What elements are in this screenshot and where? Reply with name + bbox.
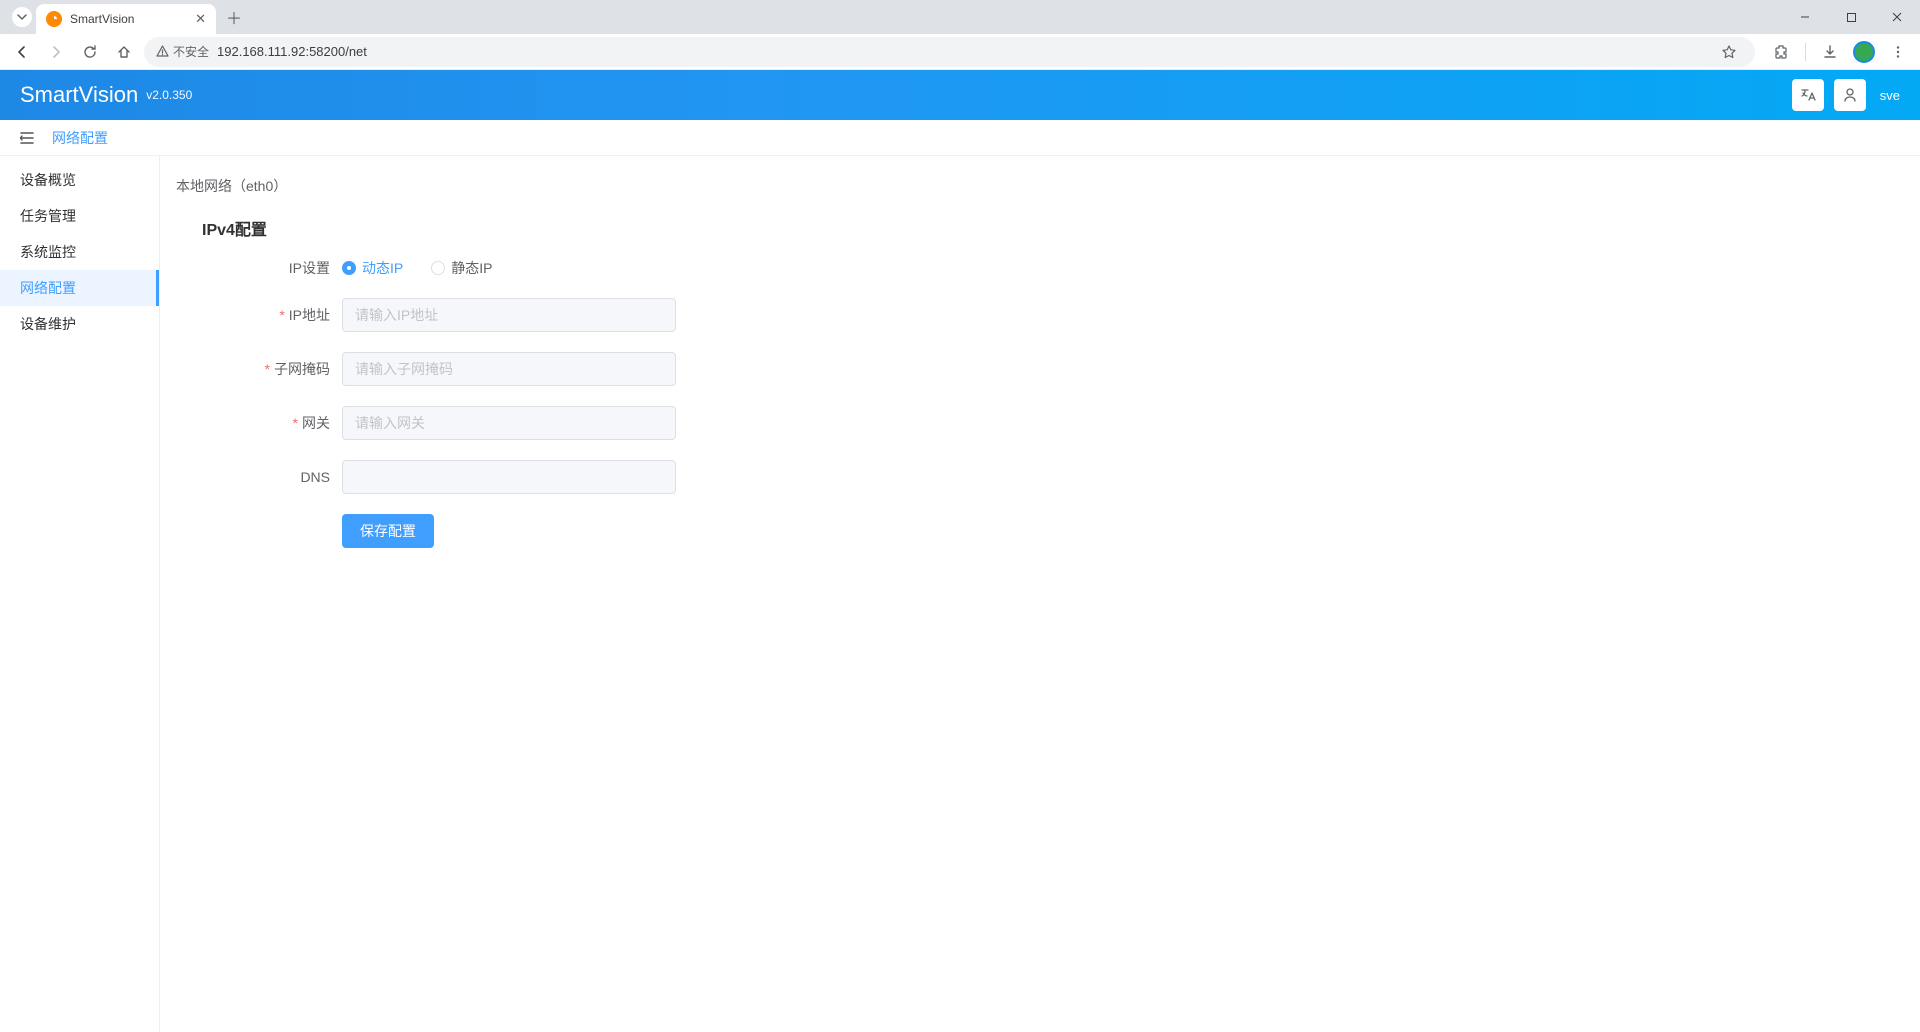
menu-toggle-button[interactable] <box>18 129 36 147</box>
required-mark: * <box>279 307 284 323</box>
radio-dot-icon <box>342 261 356 275</box>
nav-back-button[interactable] <box>8 38 36 66</box>
user-button[interactable] <box>1834 79 1866 111</box>
required-mark: * <box>293 415 298 431</box>
nav-forward-button[interactable] <box>42 38 70 66</box>
label-gateway: * 网关 <box>202 413 342 433</box>
input-gateway[interactable] <box>342 406 676 440</box>
control-ip-mode: 动态IP 静态IP <box>342 258 492 278</box>
tab-bar: SmartVision ✕ ＋ <box>0 0 1920 34</box>
header-actions: sve <box>1792 79 1900 111</box>
breadcrumb-row: 网络配置 <box>0 120 1920 156</box>
toolbar-divider <box>1805 43 1806 61</box>
input-netmask[interactable] <box>342 352 676 386</box>
chevron-down-icon <box>17 12 27 22</box>
tab-search-button[interactable] <box>12 7 32 27</box>
translate-button[interactable] <box>1792 79 1824 111</box>
url-field[interactable]: 不安全 192.168.111.92:58200/net <box>144 37 1755 67</box>
extensions-button[interactable] <box>1767 38 1795 66</box>
header-username: sve <box>1880 88 1900 103</box>
new-tab-button[interactable]: ＋ <box>220 3 248 31</box>
row-actions: 保存配置 <box>202 514 1904 548</box>
window-controls <box>1782 0 1920 34</box>
window-minimize-button[interactable] <box>1782 0 1828 34</box>
toolbar-icons <box>1767 38 1912 66</box>
nav-home-button[interactable] <box>110 38 138 66</box>
label-ip-mode: IP设置 <box>202 258 342 278</box>
favicon-icon <box>46 11 62 27</box>
panel-title: 本地网络（eth0） <box>176 168 1904 210</box>
security-chip[interactable]: 不安全 <box>156 43 209 60</box>
network-panel: 本地网络（eth0） IPv4配置 IP设置 动态IP 静态IP <box>176 168 1904 548</box>
input-ip-address[interactable] <box>342 298 676 332</box>
sidebar-item-network-config[interactable]: 网络配置 <box>0 270 159 306</box>
bookmark-star-button[interactable] <box>1715 38 1743 66</box>
section-title: IPv4配置 <box>176 210 1904 258</box>
main-layout: 设备概览 任务管理 系统监控 网络配置 设备维护 本地网络（eth0） IPv4… <box>0 156 1920 1032</box>
label-ip-address: * IP地址 <box>202 305 342 325</box>
app-version: v2.0.350 <box>146 88 192 102</box>
url-text: 192.168.111.92:58200/net <box>217 44 1707 59</box>
tab-close-icon[interactable]: ✕ <box>195 11 206 27</box>
breadcrumb-current[interactable]: 网络配置 <box>52 128 108 148</box>
radio-dot-icon <box>431 261 445 275</box>
address-bar: 不安全 192.168.111.92:58200/net <box>0 34 1920 70</box>
profile-button[interactable] <box>1850 38 1878 66</box>
downloads-button[interactable] <box>1816 38 1844 66</box>
menu-collapse-icon <box>18 129 36 147</box>
label-dns: DNS <box>202 469 342 485</box>
window-close-button[interactable] <box>1874 0 1920 34</box>
sidebar-item-task-management[interactable]: 任务管理 <box>0 198 159 234</box>
profile-avatar-icon <box>1853 41 1875 63</box>
app-title: SmartVision <box>20 82 138 108</box>
row-ip-mode: IP设置 动态IP 静态IP <box>202 258 1904 278</box>
window-maximize-button[interactable] <box>1828 0 1874 34</box>
translate-icon <box>1800 87 1816 103</box>
input-dns[interactable] <box>342 460 676 494</box>
warning-icon <box>156 45 169 58</box>
label-netmask: * 子网掩码 <box>202 359 342 379</box>
browser-tab[interactable]: SmartVision ✕ <box>36 4 216 34</box>
radio-static-ip[interactable]: 静态IP <box>431 258 492 278</box>
required-mark: * <box>265 361 270 377</box>
user-icon <box>1842 87 1858 103</box>
ipv4-form: IP设置 动态IP 静态IP <box>176 258 1904 548</box>
row-netmask: * 子网掩码 <box>202 352 1904 386</box>
sidebar-item-system-monitor[interactable]: 系统监控 <box>0 234 159 270</box>
security-label: 不安全 <box>173 43 209 60</box>
sidebar-item-device-maintenance[interactable]: 设备维护 <box>0 306 159 342</box>
sidebar-item-device-overview[interactable]: 设备概览 <box>0 162 159 198</box>
row-ip-address: * IP地址 <box>202 298 1904 332</box>
save-button[interactable]: 保存配置 <box>342 514 434 548</box>
tab-title: SmartVision <box>70 12 187 26</box>
radio-dynamic-ip[interactable]: 动态IP <box>342 258 403 278</box>
browser-chrome: SmartVision ✕ ＋ 不安全 192.168.111.92:58200… <box>0 0 1920 70</box>
row-gateway: * 网关 <box>202 406 1904 440</box>
row-dns: DNS <box>202 460 1904 494</box>
nav-reload-button[interactable] <box>76 38 104 66</box>
app-header: SmartVision v2.0.350 sve <box>0 70 1920 120</box>
content: 本地网络（eth0） IPv4配置 IP设置 动态IP 静态IP <box>160 156 1920 1032</box>
sidebar: 设备概览 任务管理 系统监控 网络配置 设备维护 <box>0 156 160 1032</box>
browser-menu-button[interactable] <box>1884 38 1912 66</box>
